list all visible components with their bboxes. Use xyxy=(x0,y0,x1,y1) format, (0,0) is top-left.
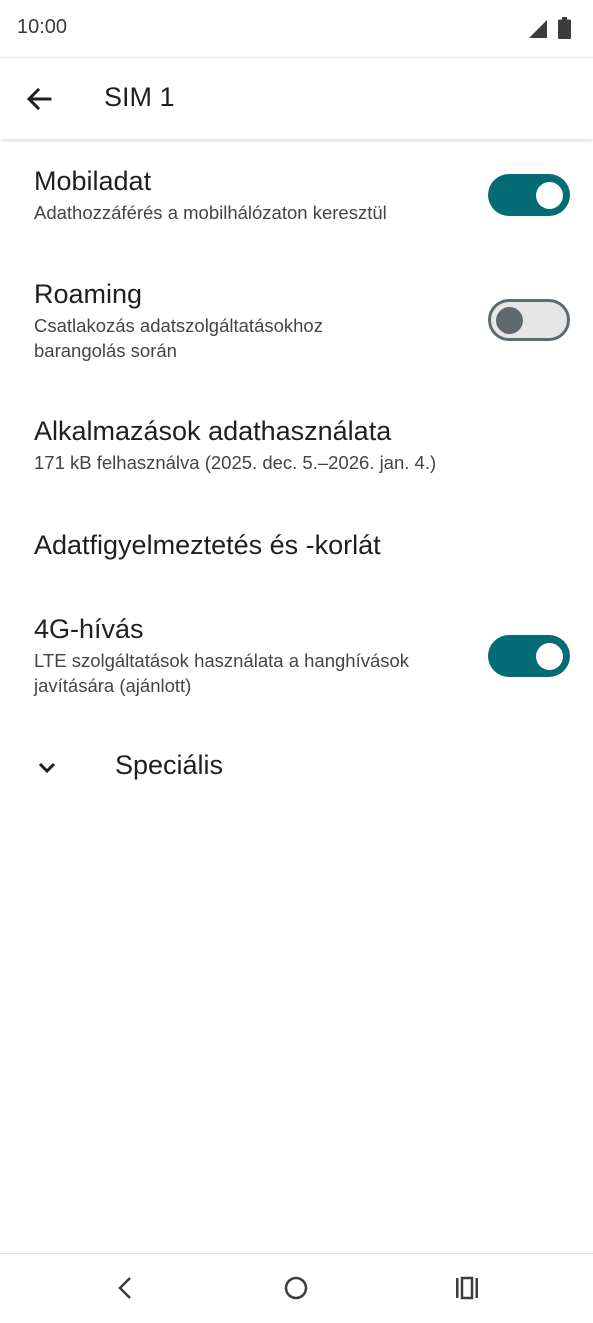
page-title: SIM 1 xyxy=(104,82,175,112)
chevron-down-icon[interactable] xyxy=(36,757,58,779)
status-time: 10:00 xyxy=(17,16,68,38)
app-bar: SIM 1 xyxy=(0,57,593,139)
pref-roaming-summary: Csatlakozás adatszolgáltatásokhoz barang… xyxy=(34,315,323,361)
pref-4g-calling-summary: LTE szolgáltatások használata a hanghívá… xyxy=(34,650,410,696)
4g-calling-switch[interactable] xyxy=(488,635,570,677)
cell-signal-icon xyxy=(529,20,547,38)
nav-back-icon[interactable] xyxy=(105,1268,145,1308)
advanced-expander[interactable]: Speciális xyxy=(115,750,223,781)
status-bar: 10:00 xyxy=(0,0,593,57)
nav-recents-icon[interactable] xyxy=(447,1268,487,1308)
pref-data-warning-limit[interactable]: Adatfigyelmeztetés és -korlát xyxy=(34,528,573,562)
pref-app-data-usage-summary: 171 kB felhasználva (2025. dec. 5.–2026.… xyxy=(34,452,437,473)
pref-app-data-usage[interactable]: Alkalmazások adathasználata 171 kB felha… xyxy=(34,414,573,475)
nav-home-icon[interactable] xyxy=(276,1268,316,1308)
battery-icon xyxy=(558,17,571,39)
mobile-data-switch[interactable] xyxy=(488,174,570,216)
navigation-bar xyxy=(0,1253,593,1323)
mobile-data-switch-thumb xyxy=(536,182,563,209)
4g-calling-switch-thumb xyxy=(536,643,563,670)
roaming-switch-thumb xyxy=(496,307,523,334)
pref-app-data-usage-title: Alkalmazások adathasználata xyxy=(34,416,392,446)
pref-mobile-data-summary: Adathozzáférés a mobilhálózaton keresztü… xyxy=(34,202,387,223)
arrow-back-icon[interactable] xyxy=(22,84,58,114)
pref-data-warning-limit-title: Adatfigyelmeztetés és -korlát xyxy=(34,530,381,560)
roaming-switch[interactable] xyxy=(488,299,570,341)
